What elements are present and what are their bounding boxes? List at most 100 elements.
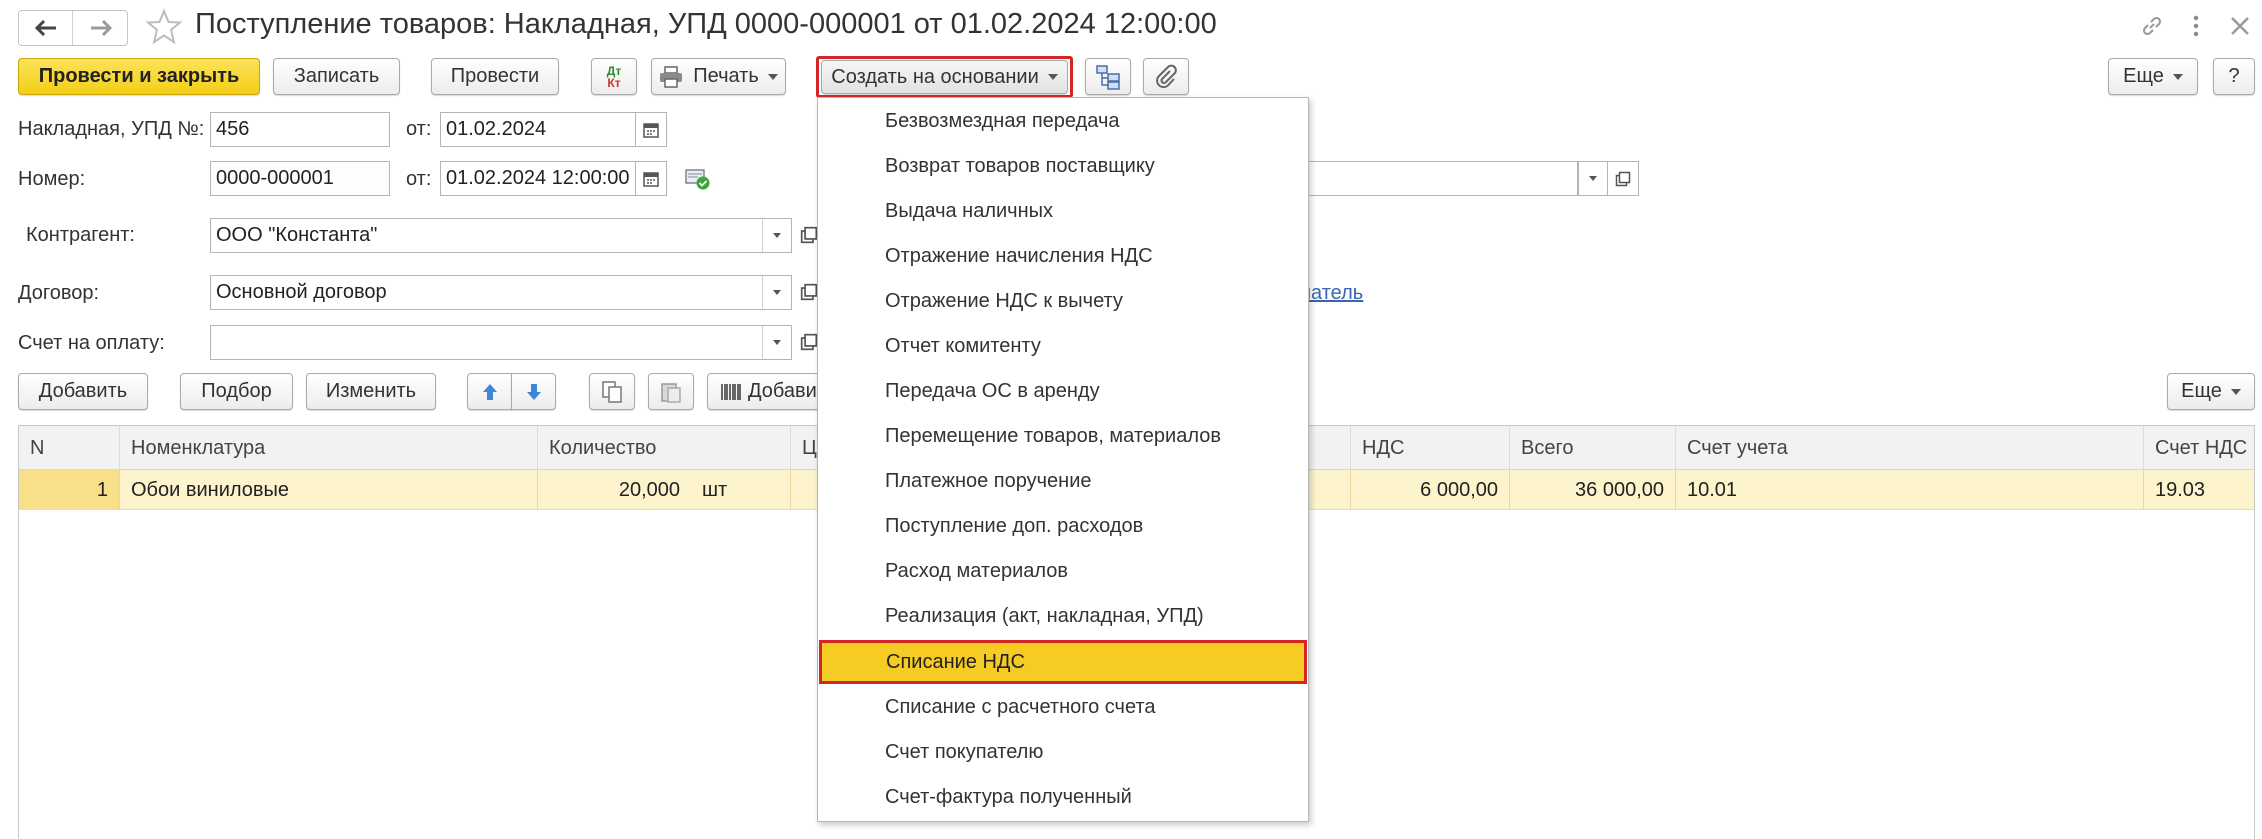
- col-header-account[interactable]: Счет учета: [1676, 426, 2144, 470]
- contract-open-icon[interactable]: [800, 283, 818, 301]
- organization-field[interactable]: [1300, 161, 1578, 196]
- counterparty-field[interactable]: ООО "Константа": [210, 218, 792, 253]
- payment-invoice-open-icon[interactable]: [800, 333, 818, 351]
- cell-total[interactable]: 36 000,00: [1510, 470, 1676, 510]
- help-button[interactable]: ?: [2213, 58, 2255, 95]
- add-by-barcode-label: Добави: [748, 380, 817, 402]
- cell-n[interactable]: 1: [19, 470, 120, 510]
- chevron-down-icon: [773, 233, 781, 238]
- contract-label: Договор:: [18, 282, 100, 304]
- paste-rows-button[interactable]: [648, 373, 694, 410]
- cell-vat[interactable]: 6 000,00: [1351, 470, 1510, 510]
- number-datetime-field[interactable]: 01.02.2024 12:00:00: [440, 161, 636, 196]
- organization-dropdown[interactable]: [1578, 161, 1608, 196]
- number-calendar-button[interactable]: [635, 161, 667, 196]
- post-and-close-button[interactable]: Провести и закрыть: [18, 58, 260, 95]
- favorite-star-icon[interactable]: [145, 8, 183, 46]
- copy-rows-button[interactable]: [589, 373, 635, 410]
- chevron-down-icon: [2172, 73, 2183, 80]
- menu-item-gratuitous-transfer[interactable]: Безвозмездная передача: [818, 99, 1308, 144]
- col-header-n[interactable]: N: [19, 426, 120, 470]
- page-title: Поступление товаров: Накладная, УПД 0000…: [195, 8, 1217, 40]
- menu-item-received-invoice[interactable]: Счет-фактура полученный: [818, 775, 1308, 820]
- number-field[interactable]: 0000-000001: [210, 161, 390, 196]
- attach-button[interactable]: [1143, 58, 1189, 95]
- chevron-down-icon: [773, 340, 781, 345]
- menu-item-materials-expense[interactable]: Расход материалов: [818, 549, 1308, 594]
- col-header-vat[interactable]: НДС: [1351, 426, 1510, 470]
- barcode-icon: [721, 383, 741, 400]
- invoice-date-field[interactable]: 01.02.2024: [440, 112, 636, 147]
- menu-item-vat-writeoff[interactable]: Списание НДС: [819, 640, 1307, 684]
- col-header-qty[interactable]: Количество: [538, 426, 791, 470]
- invoice-calendar-button[interactable]: [635, 112, 667, 147]
- cell-qty[interactable]: 20,000: [538, 470, 691, 510]
- organization-open-button[interactable]: [1607, 161, 1639, 196]
- post-button[interactable]: Провести: [431, 58, 559, 95]
- recipient-link[interactable]: натель: [1300, 282, 1363, 305]
- back-button[interactable]: [19, 11, 73, 45]
- move-up-button[interactable]: [467, 373, 512, 410]
- counterparty-open-icon[interactable]: [800, 226, 818, 244]
- arrow-down-icon: [526, 383, 541, 400]
- menu-item-return-to-supplier[interactable]: Возврат товаров поставщику: [818, 144, 1308, 189]
- table-more-label: Еще: [2181, 380, 2222, 402]
- menu-item-bank-writeoff[interactable]: Списание с расчетного счета: [818, 685, 1308, 730]
- create-based-button[interactable]: Создать на основании: [821, 60, 1068, 94]
- create-based-label: Создать на основании: [831, 65, 1039, 88]
- paperclip-icon: [1156, 64, 1177, 88]
- table-more-button[interactable]: Еще: [2167, 373, 2255, 410]
- menu-item-fixed-asset-lease[interactable]: Передача ОС в аренду: [818, 369, 1308, 414]
- change-button[interactable]: Изменить: [306, 373, 436, 410]
- menu-item-vat-deduction[interactable]: Отражение НДС к вычету: [818, 279, 1308, 324]
- menu-item-cash-out[interactable]: Выдача наличных: [818, 189, 1308, 234]
- paste-icon: [661, 382, 681, 403]
- payment-invoice-field[interactable]: [210, 325, 792, 360]
- number-label: Номер:: [18, 168, 86, 190]
- menu-item-goods-transfer[interactable]: Перемещение товаров, материалов: [818, 414, 1308, 459]
- structure-button[interactable]: [1085, 58, 1131, 95]
- menu-item-payment-order[interactable]: Платежное поручение: [818, 459, 1308, 504]
- col-header-item[interactable]: Номенклатура: [120, 426, 538, 470]
- cell-vat-account[interactable]: 19.03: [2144, 470, 2254, 510]
- dt-kt-button[interactable]: Дт Кт: [591, 58, 637, 95]
- cell-item[interactable]: Обои виниловые: [120, 470, 538, 510]
- chevron-down-icon: [1047, 74, 1058, 80]
- pick-button[interactable]: Подбор: [180, 373, 293, 410]
- cell-unit[interactable]: шт: [691, 470, 791, 510]
- payment-invoice-dropdown[interactable]: [762, 325, 792, 360]
- calendar-icon: [643, 171, 659, 187]
- payment-invoice-label: Счет на оплату:: [18, 332, 165, 354]
- cell-account[interactable]: 10.01: [1676, 470, 2144, 510]
- contract-dropdown[interactable]: [762, 275, 792, 310]
- save-button[interactable]: Записать: [273, 58, 400, 95]
- kt-label: Кт: [607, 75, 621, 90]
- hierarchy-icon: [1096, 64, 1120, 90]
- more-button[interactable]: Еще: [2108, 58, 2198, 95]
- add-row-button[interactable]: Добавить: [18, 373, 148, 410]
- print-button[interactable]: Печать: [651, 58, 786, 95]
- more-vertical-icon[interactable]: [2188, 12, 2204, 40]
- edi-status-icon[interactable]: [684, 166, 712, 192]
- counterparty-label: Контрагент:: [26, 224, 135, 246]
- menu-item-additional-costs[interactable]: Поступление доп. расходов: [818, 504, 1308, 549]
- menu-item-sales[interactable]: Реализация (акт, накладная, УПД): [818, 594, 1308, 639]
- move-down-button[interactable]: [511, 373, 556, 410]
- close-icon[interactable]: [2226, 12, 2254, 40]
- col-header-vat-account[interactable]: Счет НДС: [2144, 426, 2254, 470]
- chevron-down-icon: [1589, 176, 1597, 181]
- dt-label: Дт: [606, 63, 622, 78]
- contract-field[interactable]: Основной договор: [210, 275, 792, 310]
- invoice-number-field[interactable]: 456: [210, 112, 390, 147]
- col-header-total[interactable]: Всего: [1510, 426, 1676, 470]
- add-by-barcode-button[interactable]: Добави: [707, 373, 827, 410]
- more-label: Еще: [2123, 65, 2164, 87]
- menu-item-consignor-report[interactable]: Отчет комитенту: [818, 324, 1308, 369]
- counterparty-dropdown[interactable]: [762, 218, 792, 253]
- link-icon[interactable]: [2138, 12, 2166, 40]
- forward-button[interactable]: [74, 11, 128, 45]
- menu-item-vat-accrual[interactable]: Отражение начисления НДС: [818, 234, 1308, 279]
- number-date-label: от:: [406, 168, 432, 190]
- menu-item-customer-invoice[interactable]: Счет покупателю: [818, 730, 1308, 775]
- arrow-right-icon: [91, 19, 113, 37]
